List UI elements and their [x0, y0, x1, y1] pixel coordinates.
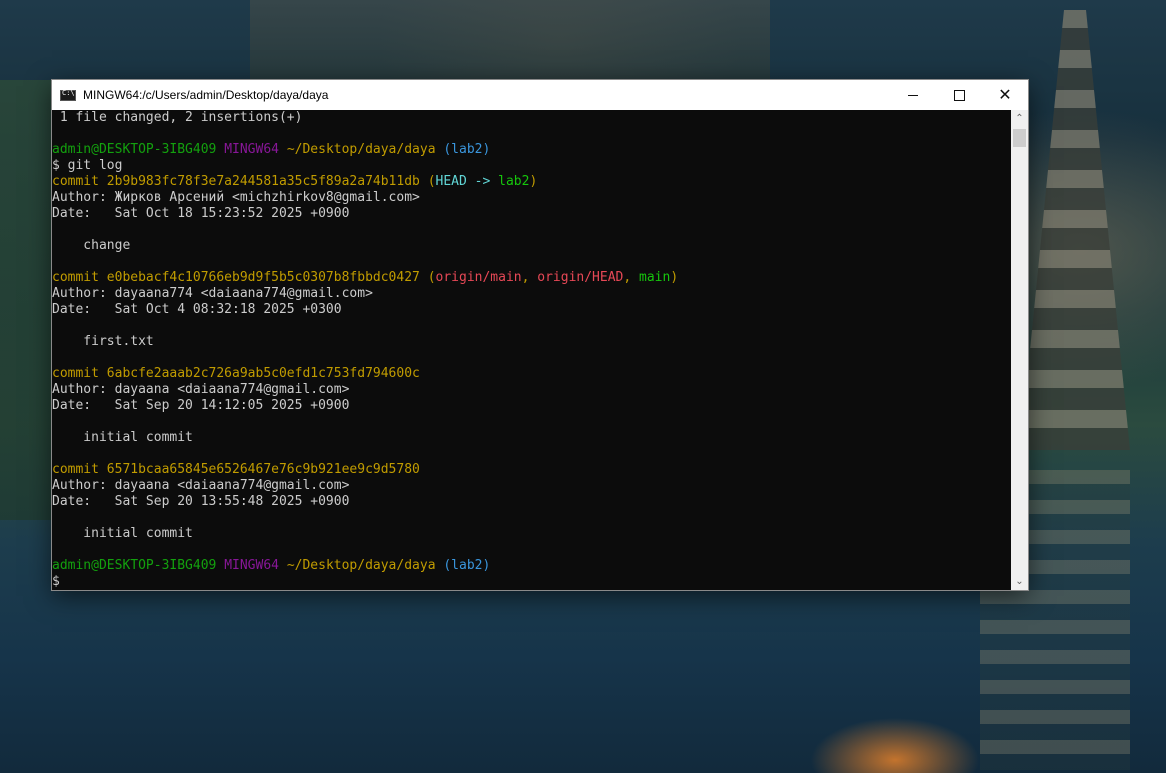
close-button[interactable]: ✕ — [982, 80, 1028, 110]
terminal-line: admin@DESKTOP-3IBG409 MINGW64 ~/Desktop/… — [52, 142, 678, 158]
terminal-line: commit 6571bcaa65845e6526467e76c9b921ee9… — [52, 462, 678, 478]
vertical-scrollbar[interactable]: ⌃ ⌄ — [1011, 110, 1028, 590]
terminal-text-segment: , — [521, 270, 538, 285]
terminal-text-segment: Author: dayaana <daiaana774@gmail.com> — [52, 478, 350, 493]
terminal-line: Date: Sat Sep 20 14:12:05 2025 +0900 — [52, 398, 678, 414]
terminal-text-segment: Date: Sat Oct 18 15:23:52 2025 +0900 — [52, 206, 350, 221]
terminal-text-segment: , — [623, 270, 640, 285]
terminal-line: initial commit — [52, 526, 678, 542]
background-trees — [0, 80, 60, 520]
terminal-line: $ — [52, 574, 678, 590]
terminal-text-segment: lab2 — [498, 174, 530, 189]
terminal-text-segment: HEAD -> — [435, 174, 499, 189]
terminal-text-segment: commit 2b9b983fc78f3e7a244581a35c5f89a2a… — [52, 174, 428, 189]
terminal-text-segment: MINGW64 — [224, 142, 287, 157]
terminal-text-segment: ( — [427, 270, 436, 285]
terminal-text-segment: commit e0bebacf4c10766eb9d9f5b5c0307b8fb… — [52, 270, 428, 285]
terminal-text-segment: main — [639, 270, 671, 285]
terminal-text-segment: Date: Sat Sep 20 14:12:05 2025 +0900 — [52, 398, 350, 413]
background-pagoda — [1020, 10, 1130, 450]
terminal-text-segment: (lab2) — [443, 142, 491, 157]
terminal-text-segment: admin@DESKTOP-3IBG409 — [52, 142, 225, 157]
terminal-window[interactable]: MINGW64:/c/Users/admin/Desktop/daya/daya… — [52, 80, 1028, 590]
terminal-text-segment: initial commit — [52, 430, 193, 445]
terminal-text-segment: change — [52, 238, 131, 253]
chevron-up-icon: ⌃ — [1015, 113, 1024, 124]
window-controls: ✕ — [890, 80, 1028, 110]
maximize-icon — [953, 89, 965, 101]
maximize-button[interactable] — [936, 80, 982, 110]
terminal-text-segment: first.txt — [52, 334, 154, 349]
terminal-text-segment: Date: Sat Oct 4 08:32:18 2025 +0300 — [52, 302, 342, 317]
minimize-icon — [908, 94, 918, 96]
terminal-text-segment: initial commit — [52, 526, 193, 541]
terminal-text-segment: Author: Жирков Арсений <michzhirkov8@gma… — [52, 190, 420, 205]
terminal-text-segment: origin/main — [435, 270, 522, 285]
terminal-line: commit 6abcfe2aaab2c726a9ab5c0efd1c753fd… — [52, 366, 678, 382]
terminal-text-segment: Author: dayaana774 <daiaana774@gmail.com… — [52, 286, 373, 301]
terminal-text-segment: MINGW64 — [224, 558, 287, 573]
terminal-text-segment: 1 file changed, 2 insertions(+) — [52, 110, 303, 125]
terminal-text-segment: $ — [52, 574, 60, 589]
terminal-line: $ git log — [52, 158, 678, 174]
terminal-line: Author: dayaana <daiaana774@gmail.com> — [52, 382, 678, 398]
console-icon[interactable] — [60, 89, 76, 101]
terminal-line: Author: dayaana774 <daiaana774@gmail.com… — [52, 286, 678, 302]
terminal-text-segment: ~/Desktop/daya/daya — [286, 558, 444, 573]
title-bar[interactable]: MINGW64:/c/Users/admin/Desktop/daya/daya… — [52, 80, 1028, 110]
terminal-line: commit 2b9b983fc78f3e7a244581a35c5f89a2a… — [52, 174, 678, 190]
terminal-line: first.txt — [52, 334, 678, 350]
terminal-text-segment: commit 6abcfe2aaab2c726a9ab5c0efd1c753fd… — [52, 366, 420, 381]
terminal-text-segment: ~/Desktop/daya/daya — [286, 142, 444, 157]
terminal-lines: 1 file changed, 2 insertions(+) admin@DE… — [52, 110, 678, 590]
window-title: MINGW64:/c/Users/admin/Desktop/daya/daya — [83, 88, 329, 102]
terminal-text-segment: Author: dayaana <daiaana774@gmail.com> — [52, 382, 350, 397]
terminal-line: admin@DESKTOP-3IBG409 MINGW64 ~/Desktop/… — [52, 558, 678, 574]
terminal-text-segment: ) — [529, 174, 538, 189]
terminal-line: 1 file changed, 2 insertions(+) — [52, 110, 678, 126]
terminal-line: Author: dayaana <daiaana774@gmail.com> — [52, 478, 678, 494]
terminal-line: commit e0bebacf4c10766eb9d9f5b5c0307b8fb… — [52, 270, 678, 286]
terminal-text-segment: ( — [427, 174, 436, 189]
terminal-text-segment: ) — [670, 270, 679, 285]
chevron-down-icon: ⌄ — [1015, 576, 1024, 587]
scroll-down-button[interactable]: ⌄ — [1011, 573, 1028, 590]
terminal-line: Date: Sat Sep 20 13:55:48 2025 +0900 — [52, 494, 678, 510]
terminal-line: Date: Sat Oct 18 15:23:52 2025 +0900 — [52, 206, 678, 222]
terminal-text-segment: commit 6571bcaa65845e6526467e76c9b921ee9… — [52, 462, 420, 477]
terminal-line: change — [52, 238, 678, 254]
terminal-text-segment: origin/HEAD — [537, 270, 624, 285]
terminal-text-segment: Date: Sat Sep 20 13:55:48 2025 +0900 — [52, 494, 350, 509]
terminal-line: initial commit — [52, 430, 678, 446]
background-houses — [250, 0, 770, 80]
terminal-line: Author: Жирков Арсений <michzhirkov8@gma… — [52, 190, 678, 206]
terminal-text-segment: admin@DESKTOP-3IBG409 — [52, 558, 225, 573]
terminal-output[interactable]: 1 file changed, 2 insertions(+) admin@DE… — [52, 110, 1011, 590]
terminal-text-segment: $ git log — [52, 158, 123, 173]
close-icon: ✕ — [998, 85, 1012, 104]
scroll-up-button[interactable]: ⌃ — [1011, 110, 1028, 127]
minimize-button[interactable] — [890, 80, 936, 110]
scroll-thumb[interactable] — [1013, 129, 1026, 147]
terminal-text-segment: (lab2) — [443, 558, 491, 573]
terminal-line: Date: Sat Oct 4 08:32:18 2025 +0300 — [52, 302, 678, 318]
